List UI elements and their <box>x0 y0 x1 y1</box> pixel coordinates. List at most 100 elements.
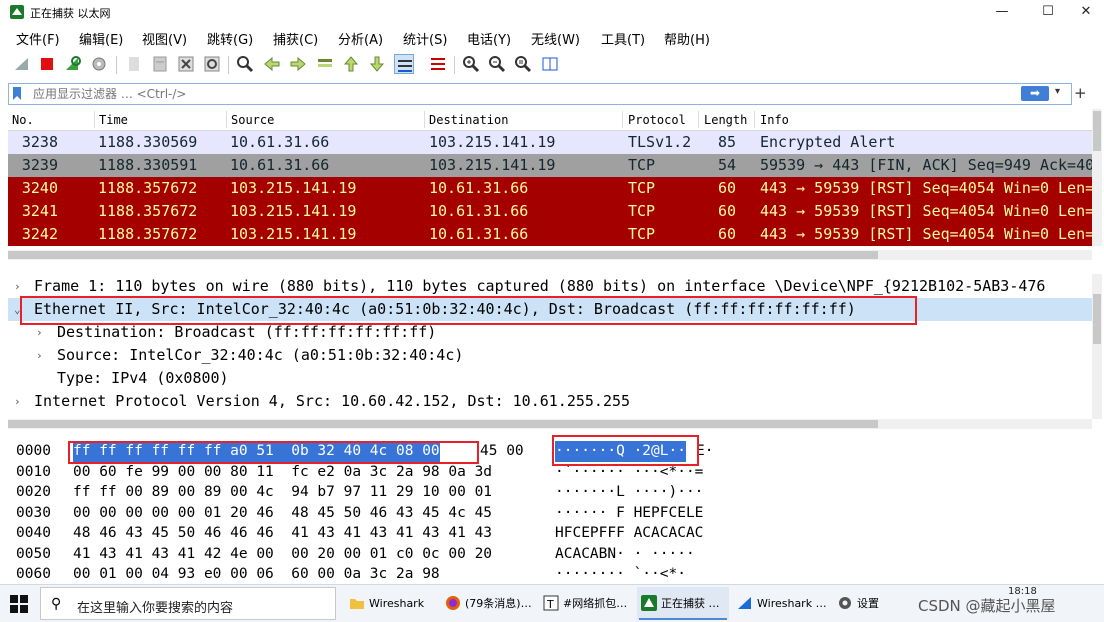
expand-arrow-icon[interactable]: › <box>14 275 21 298</box>
resize-columns-icon[interactable] <box>540 54 560 74</box>
close-file-icon[interactable] <box>176 54 196 74</box>
open-file-icon[interactable] <box>124 54 144 74</box>
minimize-button[interactable]: — <box>982 2 1022 22</box>
packet-cell-info: 443 → 59539 [RST] Seq=4054 Win=0 Len=0 <box>760 202 1092 220</box>
menu-edit[interactable]: 编辑(E) <box>79 29 123 48</box>
menu-telephony[interactable]: 电话(Y) <box>467 29 511 48</box>
column-header-protocol[interactable]: Protocol <box>628 113 686 127</box>
bytes-hex[interactable]: 00 01 00 04 93 e0 00 06 60 00 0a 3c 2a 9… <box>73 564 440 582</box>
bytes-ascii[interactable]: ······ F HEPFCELE <box>555 503 703 524</box>
bytes-hex[interactable]: 41 43 41 43 41 42 4e 00 00 20 00 01 c0 0… <box>73 544 492 565</box>
packet-row[interactable]: 3239 1188.330591 10.61.31.66 103.215.141.19… <box>8 154 1092 177</box>
typora-icon: T <box>543 595 559 611</box>
packet-cell-proto: TCP <box>628 202 656 220</box>
options-gear-icon[interactable] <box>89 54 109 74</box>
packet-list-hscrollbar[interactable] <box>8 250 1092 260</box>
stop-icon[interactable] <box>37 54 57 74</box>
menu-capture[interactable]: 捕获(C) <box>273 29 318 48</box>
column-header-length[interactable]: Length <box>704 113 747 127</box>
detail-row[interactable]: › Source: IntelCor_32:40:4c (a0:51:0b:32:… <box>8 344 1092 367</box>
detail-text: Type: IPv4 (0x0800) <box>57 369 229 387</box>
menu-go[interactable]: 跳转(G) <box>207 29 253 48</box>
task-wireshark-folder[interactable]: Wireshark <box>345 587 437 620</box>
detail-row[interactable]: Type: IPv4 (0x0800) <box>8 367 1092 390</box>
menu-tools[interactable]: 工具(T) <box>601 29 645 48</box>
find-icon[interactable] <box>235 54 255 74</box>
bytes-hex[interactable]: 48 46 43 45 50 46 46 46 41 43 41 43 41 4… <box>73 523 492 544</box>
column-header-source[interactable]: Source <box>231 113 274 127</box>
menu-wireless[interactable]: 无线(W) <box>531 29 580 48</box>
bookmark-icon[interactable] <box>12 86 22 101</box>
packet-cell-proto: TCP <box>628 156 656 174</box>
column-header-destination[interactable]: Destination <box>429 113 508 127</box>
display-filter-input[interactable] <box>31 85 995 103</box>
add-filter-button[interactable]: + <box>1074 84 1087 102</box>
zoom-normal-icon[interactable] <box>513 54 533 74</box>
bytes-ascii[interactable]: ········ `··<*· <box>555 564 686 582</box>
goto-packet-icon[interactable] <box>315 54 335 74</box>
packet-cell-len: 60 <box>717 225 736 243</box>
reload-icon[interactable] <box>202 54 222 74</box>
details-vscrollbar[interactable] <box>1092 274 1102 419</box>
detail-row[interactable]: › Frame 1: 110 bytes on wire (880 bits), … <box>8 275 1092 298</box>
maximize-button[interactable]: ☐ <box>1028 2 1068 22</box>
menu-statistics[interactable]: 统计(S) <box>403 29 447 48</box>
zoom-out-icon[interactable] <box>487 54 507 74</box>
autoscroll-icon[interactable] <box>394 54 414 74</box>
packet-list-header: No. Time Source Destination Protocol Len… <box>8 109 1092 131</box>
save-file-icon[interactable] <box>150 54 170 74</box>
shark-fin-icon[interactable] <box>12 54 32 74</box>
close-button[interactable]: ✕ <box>1066 2 1104 22</box>
windows-start-icon[interactable] <box>10 595 28 613</box>
menu-bar: 文件(F) 编辑(E) 视图(V) 跳转(G) 捕获(C) 分析(A) 统计(S… <box>0 26 1104 48</box>
packet-cell-src: 103.215.141.19 <box>230 179 357 197</box>
expand-arrow-icon[interactable]: › <box>14 390 21 413</box>
menu-help[interactable]: 帮助(H) <box>664 29 710 48</box>
packet-cell-len: 54 <box>717 156 736 174</box>
menu-file[interactable]: 文件(F) <box>16 29 60 48</box>
taskbar-search-box[interactable]: ⚲ 在这里输入你要搜索的内容 <box>40 587 336 620</box>
packet-row[interactable]: 3241 1188.357672 103.215.141.19 10.61.31.66… <box>8 200 1092 223</box>
wireshark-icon <box>641 595 657 611</box>
bytes-hex[interactable]: ff ff 00 89 00 89 00 4c 94 b7 97 11 29 1… <box>73 482 492 503</box>
bytes-hex[interactable]: 00 60 fe 99 00 00 80 11 fc e2 0a 3c 2a 9… <box>73 462 492 483</box>
expand-arrow-icon[interactable]: › <box>36 344 43 367</box>
packet-cell-time: 1188.357672 <box>98 225 198 243</box>
bytes-offset: 0030 <box>16 504 51 521</box>
filter-dropdown-button[interactable]: ▾ <box>1055 86 1060 97</box>
bytes-hex[interactable]: 45 00 <box>480 441 524 462</box>
packet-cell-len: 85 <box>717 133 736 151</box>
menu-view[interactable]: 视图(V) <box>142 29 187 48</box>
last-packet-icon[interactable] <box>367 54 387 74</box>
restart-icon[interactable] <box>63 54 83 74</box>
first-packet-icon[interactable] <box>341 54 361 74</box>
forward-arrow-icon[interactable] <box>288 54 308 74</box>
column-header-time[interactable]: Time <box>99 113 128 127</box>
back-arrow-icon[interactable] <box>262 54 282 74</box>
packet-list-vscrollbar[interactable] <box>1092 109 1102 246</box>
packet-row[interactable]: 3238 1188.330569 10.61.31.66 103.215.141.19… <box>8 131 1092 154</box>
task-capturing[interactable]: 正在捕获 … <box>637 587 729 620</box>
task-wireshark[interactable]: Wireshark … <box>733 587 827 620</box>
task-browser[interactable]: (79条消息)… <box>441 587 535 620</box>
bytes-row: 0030 00 00 00 00 00 01 20 46 48 45 50 46 … <box>8 503 1098 524</box>
bytes-hex[interactable]: 00 00 00 00 00 01 20 46 48 45 50 46 43 4… <box>73 503 492 524</box>
column-header-info[interactable]: Info <box>760 113 789 127</box>
apply-filter-button[interactable]: ➡ <box>1021 86 1049 101</box>
packet-row[interactable]: 3240 1188.357672 103.215.141.19 10.61.31.66… <box>8 177 1092 200</box>
bytes-row: 0060 00 01 00 04 93 e0 00 06 60 00 0a 3c … <box>8 564 1098 582</box>
menu-analyze[interactable]: 分析(A) <box>338 29 383 48</box>
bytes-ascii[interactable]: ·······L ····)··· <box>555 482 703 503</box>
task-typora[interactable]: T #网络抓包… <box>539 587 633 620</box>
zoom-in-icon[interactable] <box>461 54 481 74</box>
packet-row[interactable]: 3242 1188.357672 103.215.141.19 10.61.31.66… <box>8 223 1092 246</box>
column-header-no[interactable]: No. <box>12 113 34 127</box>
bytes-ascii[interactable]: ACACABN· · ····· <box>555 544 703 565</box>
detail-row[interactable]: › Internet Protocol Version 4, Src: 10.60… <box>8 390 1092 413</box>
annotation-box-ethernet <box>20 296 917 325</box>
task-settings[interactable]: 设置 <box>833 587 893 620</box>
detail-text: Source: IntelCor_32:40:4c (a0:51:0b:32:4… <box>57 346 464 364</box>
details-hscrollbar[interactable] <box>8 419 1092 429</box>
bytes-ascii[interactable]: HFCEPFFF ACACACAC <box>555 523 703 544</box>
colorize-icon[interactable] <box>428 54 448 74</box>
